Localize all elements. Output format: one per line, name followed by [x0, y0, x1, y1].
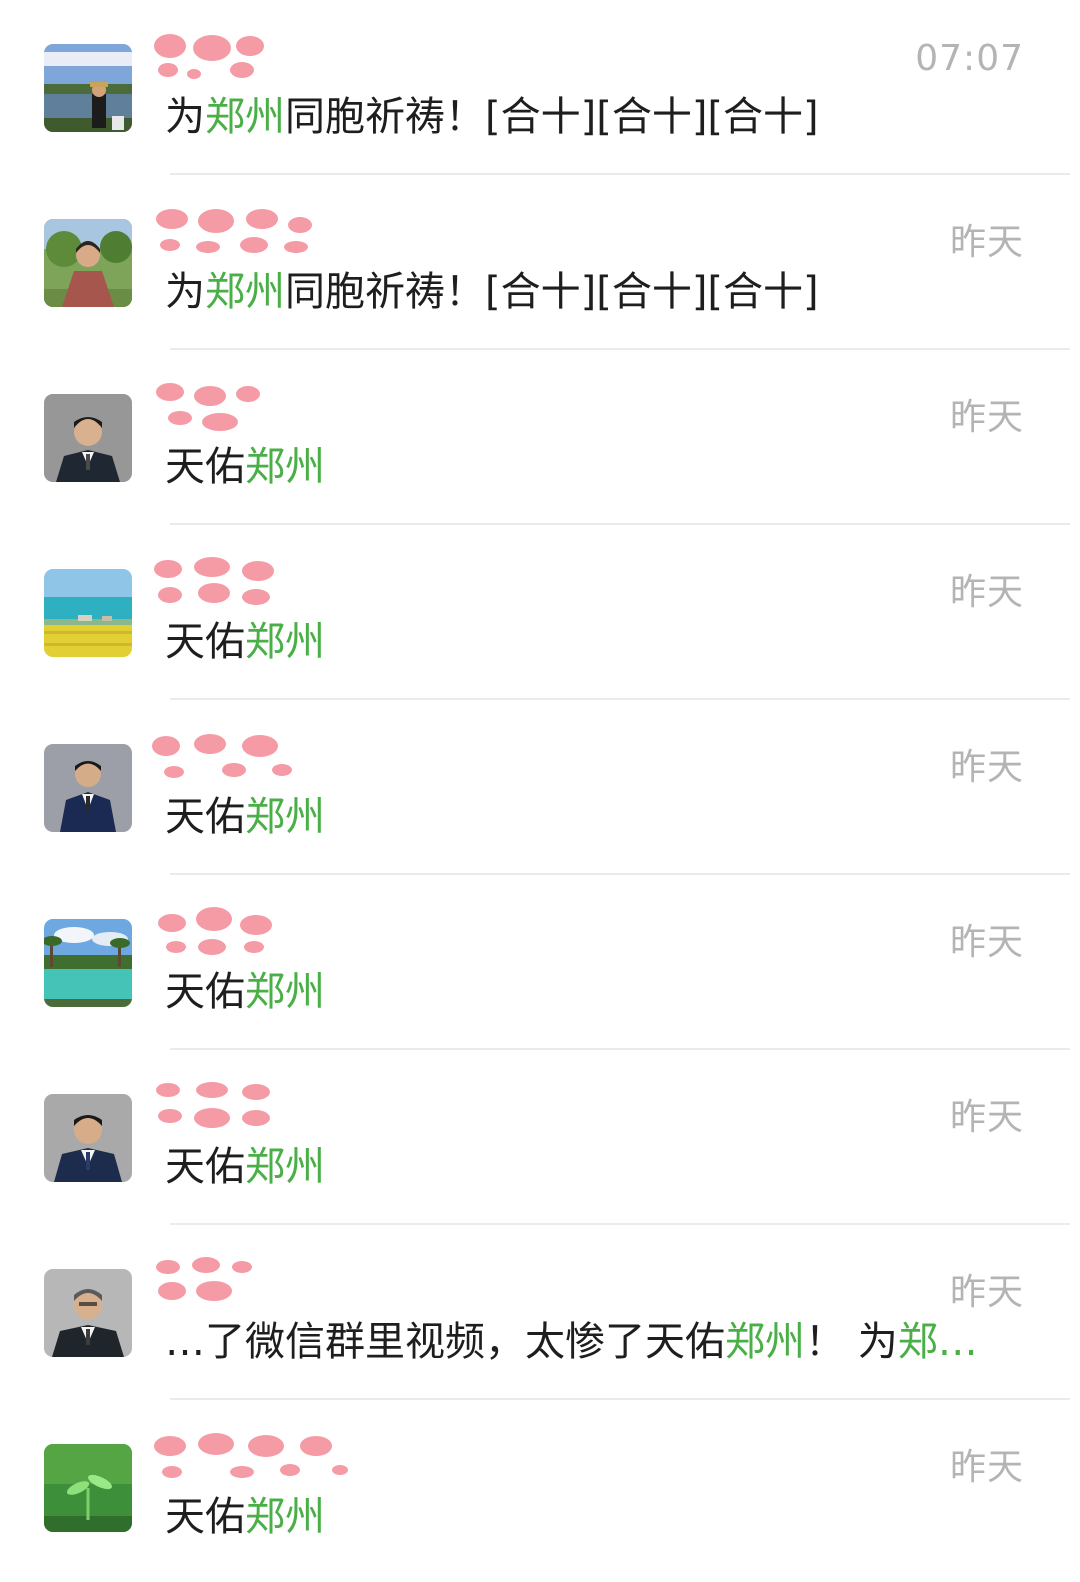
- timestamp: 昨天: [949, 1447, 1024, 1488]
- woman-outdoor-avatar: [44, 219, 132, 307]
- keyword-highlight: 郑州: [245, 1494, 325, 1540]
- message-segment: 天佑: [165, 794, 245, 840]
- chat-row[interactable]: 昨天 天佑郑州: [0, 350, 1080, 525]
- keyword-highlight: 郑州: [245, 794, 325, 840]
- timestamp: 昨天: [949, 747, 1024, 788]
- message-segment: 同胞祈祷！[合十][合十][合十]: [285, 269, 819, 315]
- resort-pool-avatar: [44, 919, 132, 1007]
- message-segment: 天佑: [165, 1494, 245, 1540]
- timestamp: 07:07: [915, 38, 1024, 79]
- keyword-highlight: 郑州: [245, 444, 325, 490]
- keyword-highlight: 郑州: [245, 619, 325, 665]
- seaside-field-avatar: [44, 569, 132, 657]
- chat-row[interactable]: 昨天 天佑郑州: [0, 875, 1080, 1050]
- keyword-highlight: 郑…: [897, 1319, 978, 1365]
- chat-row[interactable]: 昨天 …了微信群里视频，太惨了天佑郑州！ 为郑…: [0, 1225, 1080, 1400]
- message-preview: 天佑郑州: [165, 1492, 1015, 1542]
- message-segment: ！ 为: [805, 1319, 898, 1365]
- chat-row[interactable]: 昨天 天佑郑州: [0, 1050, 1080, 1225]
- message-preview: 天佑郑州: [165, 442, 1015, 492]
- chat-row[interactable]: 昨天 天佑郑州: [0, 525, 1080, 700]
- keyword-highlight: 郑州: [245, 1144, 325, 1190]
- timestamp: 昨天: [949, 397, 1024, 438]
- keyword-highlight: 郑州: [725, 1319, 805, 1365]
- message-preview: 天佑郑州: [165, 1142, 1015, 1192]
- timestamp: 昨天: [949, 1272, 1024, 1313]
- contact-name: [150, 901, 370, 961]
- man-in-suit-avatar: [44, 394, 132, 482]
- message-segment: 同胞祈祷！[合十][合十][合十]: [285, 94, 819, 140]
- contact-name: [150, 201, 370, 261]
- chat-row[interactable]: 昨天 天佑郑州: [0, 700, 1080, 875]
- message-segment: 为: [165, 94, 205, 140]
- message-preview: 为郑州同胞祈祷！[合十][合十][合十]: [165, 92, 1015, 142]
- message-segment: 天佑: [165, 619, 245, 665]
- green-sprout-avatar: [44, 1444, 132, 1532]
- message-preview: 天佑郑州: [165, 967, 1015, 1017]
- message-preview: …了微信群里视频，太惨了天佑郑州！ 为郑…: [165, 1317, 1015, 1367]
- message-segment: 天佑: [165, 969, 245, 1015]
- message-segment: 为: [165, 269, 205, 315]
- lake-landscape-person-avatar: [44, 44, 132, 132]
- chat-row[interactable]: 昨天 为郑州同胞祈祷！[合十][合十][合十]: [0, 175, 1080, 350]
- timestamp: 昨天: [949, 572, 1024, 613]
- contact-name: [150, 376, 370, 436]
- message-preview: 天佑郑州: [165, 792, 1015, 842]
- contact-name: [150, 551, 370, 611]
- timestamp: 昨天: [949, 222, 1024, 263]
- timestamp: 昨天: [949, 922, 1024, 963]
- chat-row[interactable]: 07:07 为郑州同胞祈祷！[合十][合十][合十]: [0, 0, 1080, 175]
- contact-name: [150, 1251, 370, 1311]
- keyword-highlight: 郑州: [205, 94, 285, 140]
- message-preview: 天佑郑州: [165, 617, 1015, 667]
- timestamp: 昨天: [949, 1097, 1024, 1138]
- keyword-highlight: 郑州: [245, 969, 325, 1015]
- contact-name: [150, 26, 370, 86]
- message-segment: 天佑: [165, 444, 245, 490]
- contact-name: [150, 1076, 370, 1136]
- contact-name: [150, 726, 370, 786]
- man-in-suit-avatar: [44, 1094, 132, 1182]
- chat-row[interactable]: 昨天 天佑郑州: [0, 1400, 1080, 1575]
- keyword-highlight: 郑州: [205, 269, 285, 315]
- contact-name: [150, 1426, 370, 1486]
- man-in-suit-avatar: [44, 744, 132, 832]
- chat-search-results-list: 07:07 为郑州同胞祈祷！[合十][合十][合十] 昨天 为郑州同胞祈祷！[合…: [0, 0, 1080, 1582]
- message-preview: 为郑州同胞祈祷！[合十][合十][合十]: [165, 267, 1015, 317]
- message-segment: 天佑: [165, 1144, 245, 1190]
- man-in-suit-avatar: [44, 1269, 132, 1357]
- message-segment: …了微信群里视频，太惨了天佑: [165, 1319, 725, 1365]
